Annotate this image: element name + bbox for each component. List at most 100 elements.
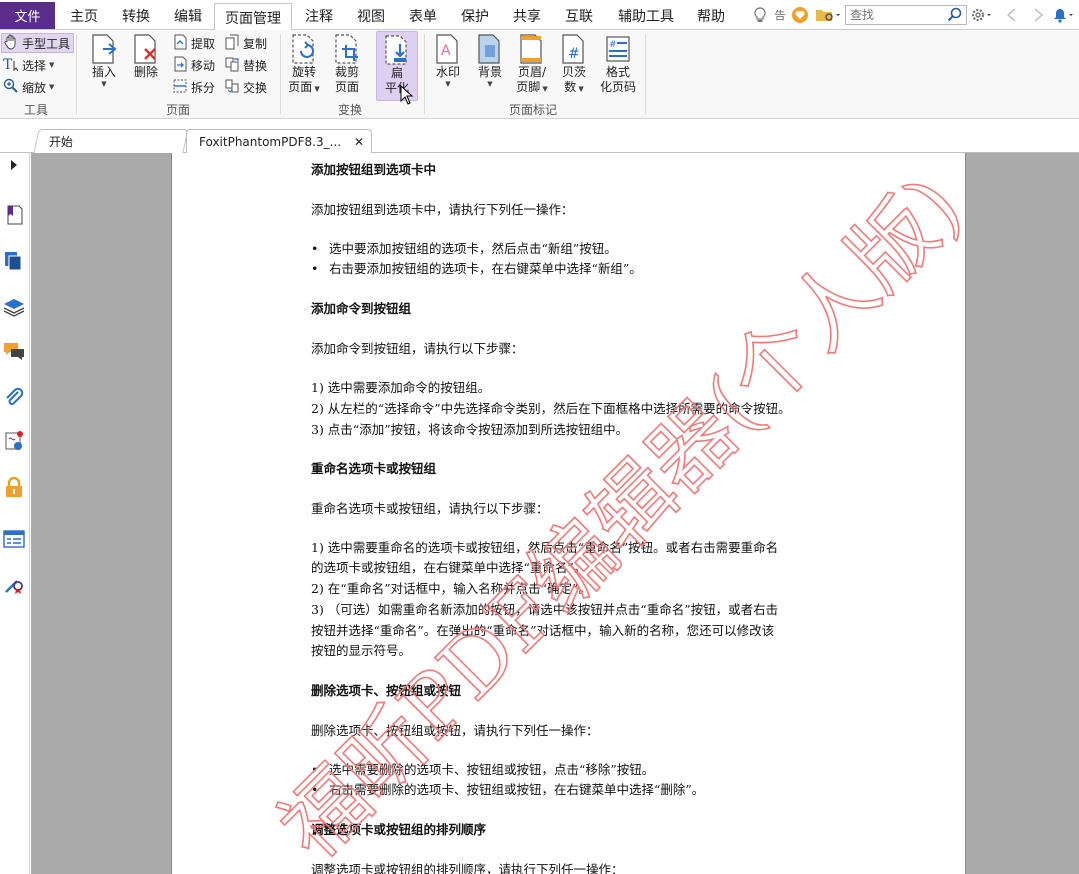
signature-icon[interactable] [2, 429, 26, 453]
pages-group-label: 页面 [165, 103, 190, 117]
crop-label-1: 裁剪 [334, 65, 359, 79]
hand-tool-label: 手型工具 [22, 36, 71, 51]
close-icon[interactable]: ✕ [354, 135, 364, 149]
paragraph-line: 的选项卡或按钮组，在右键菜单中选择“重命名”。 [311, 560, 587, 575]
caret-down-icon: ▼ [101, 80, 107, 88]
bullet-item: 选中要添加按钮组的选项卡，然后点击“新组”按钮。 [311, 240, 617, 258]
tab-document[interactable]: FoxitPhantomPDF8.3_... ✕ [186, 129, 372, 153]
attachment-icon[interactable] [2, 385, 26, 409]
rotate-label-2-text: 页面 [288, 80, 313, 94]
menu-home[interactable]: 主页 [62, 4, 106, 28]
tab-document-label: FoxitPhantomPDF8.3_... [199, 134, 342, 149]
watermark-button[interactable]: A 水印 ▼ [430, 33, 466, 88]
gear-icon[interactable] [971, 7, 995, 23]
delete-page-button[interactable]: 删除 [128, 33, 164, 80]
folder-search-icon[interactable] [815, 7, 841, 23]
format-page-number-icon: # [602, 33, 634, 65]
flatten-page-icon [381, 34, 413, 66]
split-label: 拆分 [191, 80, 216, 95]
expand-panel-icon[interactable] [6, 157, 22, 173]
menu-help[interactable]: 帮助 [689, 4, 733, 28]
split-page-button[interactable]: 拆分 [172, 77, 215, 97]
select-tool-button[interactable]: T 选择 ▼ [3, 55, 54, 75]
layers-icon[interactable] [2, 295, 26, 319]
split-icon [172, 78, 188, 97]
lightbulb-icon[interactable] [752, 7, 768, 23]
heart-icon[interactable] [792, 7, 808, 23]
group-divider [424, 34, 425, 114]
paragraph-line: 删除选项卡、按钮组或按钮，请执行下列任一操作： [311, 723, 599, 738]
bookmark-icon[interactable] [2, 203, 26, 227]
background-label: 背景 [477, 65, 502, 79]
move-page-button[interactable]: 移动 [172, 55, 215, 75]
menu-connect[interactable]: 互联 [557, 4, 601, 28]
menu-view[interactable]: 视图 [349, 4, 393, 28]
caret-down-icon: ▼ [312, 85, 320, 93]
navigation-panel [0, 153, 30, 874]
pages-thumbnail-icon[interactable] [2, 249, 26, 273]
extract-page-button[interactable]: 提取 [172, 33, 215, 53]
rotate-page-button[interactable]: 旋转 页面 ▼ [284, 33, 324, 95]
document-viewer[interactable]: 添加按钮组到选项卡中添加按钮组到选项卡中，请执行下列任一操作： 选中要添加按钮组的… [31, 153, 1079, 874]
menu-form[interactable]: 表单 [401, 4, 445, 28]
form-fields-icon[interactable] [2, 527, 26, 551]
tell-me-label[interactable]: 告 [772, 7, 788, 23]
crop-page-icon [331, 33, 363, 65]
menu-page-organize[interactable]: 页面管理 [214, 3, 292, 31]
insert-page-icon [88, 33, 120, 65]
header-footer-label-2: 页脚 ▼ [516, 80, 548, 95]
tools-group-label: 工具 [23, 103, 48, 117]
svg-text:#: # [568, 46, 580, 62]
menu-protect[interactable]: 保护 [453, 4, 497, 28]
search-input[interactable] [846, 6, 942, 24]
paragraph-line: 2) 从左栏的“选择命令”中先选择命令类别，然后在下面框格中选择所需要的命令按钮… [311, 401, 791, 416]
back-arrow-icon[interactable] [1004, 7, 1020, 23]
copy-page-button[interactable]: 复制 [224, 33, 267, 53]
paragraph-line: 按钮并选择“重命名”。在弹出的“重命名”对话框中，输入新的名称，您还可以修改该 [311, 623, 775, 638]
delete-label: 删除 [133, 65, 158, 79]
crop-page-button[interactable]: 裁剪 页面 [327, 33, 367, 95]
header-footer-button[interactable]: 页眉/ 页脚 ▼ [512, 33, 552, 95]
bullet-item: 右击要添加按钮组的选项卡，在右键菜单中选择“新组”。 [311, 260, 642, 278]
swap-label: 交换 [243, 80, 268, 95]
bates-label-2-text: 数 [564, 80, 577, 94]
tab-start[interactable]: 开始 [33, 129, 189, 153]
zoom-tool-button[interactable]: 缩放 ▼ [3, 77, 54, 97]
comments-icon[interactable] [2, 339, 26, 363]
format-page-number-button[interactable]: # 格式 化页码 [597, 33, 639, 95]
section-heading: 删除选项卡、按钮组或按钮 [311, 683, 462, 698]
search-icon[interactable] [947, 7, 963, 26]
menu-convert[interactable]: 转换 [114, 4, 158, 28]
format-label-2: 化页码 [599, 80, 636, 94]
forward-arrow-icon[interactable] [1030, 7, 1046, 23]
rotate-label-1: 旋转 [291, 65, 316, 79]
caret-down-icon: ▼ [540, 85, 548, 93]
bates-number-button[interactable]: # 贝茨 数 ▼ [556, 33, 592, 95]
paragraph-line: 按钮的显示符号。 [311, 643, 412, 658]
menu-edit[interactable]: 编辑 [166, 4, 210, 28]
background-icon [474, 33, 506, 65]
pdf-page[interactable]: 添加按钮组到选项卡中添加按钮组到选项卡中，请执行下列任一操作： 选中要添加按钮组的… [171, 153, 966, 874]
search-field[interactable] [845, 5, 967, 25]
hand-tool-button[interactable]: 手型工具 [1, 33, 75, 53]
file-menu[interactable]: 文件 [0, 2, 55, 29]
caret-down-icon: ▼ [576, 85, 584, 93]
section-heading: 添加按钮组到选项卡中 [311, 162, 437, 177]
svg-text:#: # [609, 40, 617, 50]
bell-icon[interactable] [1053, 7, 1077, 23]
insert-page-button[interactable]: 插入 ▼ [86, 33, 122, 88]
swap-page-button[interactable]: 交换 [224, 77, 267, 97]
background-button[interactable]: 背景 ▼ [472, 33, 508, 88]
header-footer-label-2-text: 页脚 [516, 80, 541, 94]
menu-bar: 文件 主页 转换 编辑 页面管理 注释 视图 表单 保护 共享 互联 辅助工具 … [0, 0, 1079, 31]
lock-icon[interactable] [2, 475, 26, 499]
caret-down-icon: ▼ [487, 80, 493, 88]
replace-page-button[interactable]: 替换 [224, 55, 267, 75]
certificate-icon[interactable] [2, 571, 26, 595]
menu-comment[interactable]: 注释 [297, 4, 341, 28]
replace-label: 替换 [243, 58, 268, 73]
bullet-item: 选中需要删除的选项卡、按钮组或按钮，点击“移除”按钮。 [311, 761, 654, 779]
menu-accessibility[interactable]: 辅助工具 [609, 4, 683, 28]
menu-share[interactable]: 共享 [505, 4, 549, 28]
extract-icon [172, 34, 188, 53]
